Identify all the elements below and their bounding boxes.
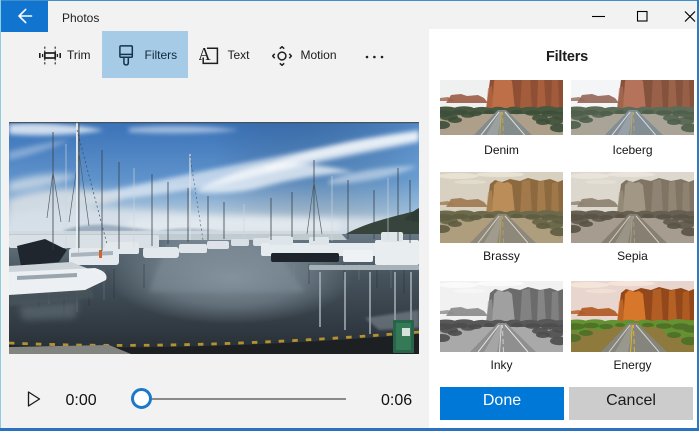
- svg-text:A: A: [199, 46, 211, 64]
